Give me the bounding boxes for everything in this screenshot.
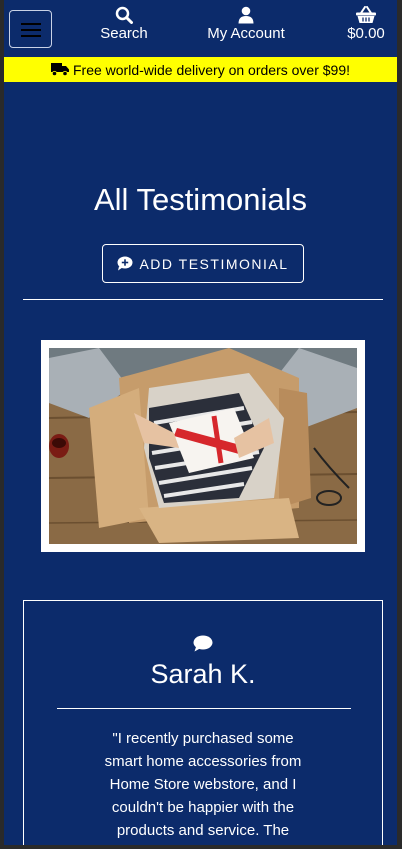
nav-account-link[interactable]: My Account (201, 6, 291, 42)
top-navbar: Search My Account $0.00 (4, 0, 397, 57)
testimonial-text: "I recently purchased some smart home ac… (104, 730, 302, 839)
hamburger-line (21, 35, 41, 37)
nav-cart-link[interactable]: $0.00 (341, 6, 391, 42)
add-testimonial-label: ADD TESTIMONIAL (139, 255, 289, 272)
section-divider (23, 299, 383, 300)
nav-search-label: Search (100, 25, 148, 42)
testimonial-author: Sarah K. (150, 659, 256, 689)
add-testimonial-button[interactable]: ADD TESTIMONIAL (102, 244, 304, 283)
hamburger-line (21, 23, 41, 25)
menu-toggle-button[interactable] (9, 10, 52, 48)
page-title: All Testimonials (93, 182, 308, 217)
app-frame: Search My Account $0.00 Free world-wide … (4, 0, 397, 845)
testimonial-photo (41, 340, 365, 552)
search-icon (115, 6, 133, 24)
user-icon (238, 6, 254, 24)
nav-account-label: My Account (207, 25, 285, 42)
nav-search-link[interactable]: Search (96, 6, 152, 42)
basket-icon (356, 6, 376, 23)
nav-cart-total: $0.00 (347, 25, 385, 42)
testimonial-card: Sarah K. "I recently purchased some smar… (23, 600, 383, 845)
truck-icon (50, 63, 69, 76)
hamburger-line (21, 29, 41, 31)
delivery-banner-text: Free world-wide delivery on orders over … (72, 61, 350, 78)
delivery-banner: Free world-wide delivery on orders over … (4, 57, 397, 82)
card-divider (57, 708, 351, 709)
comment-plus-icon (117, 256, 133, 271)
comment-icon (193, 635, 213, 652)
